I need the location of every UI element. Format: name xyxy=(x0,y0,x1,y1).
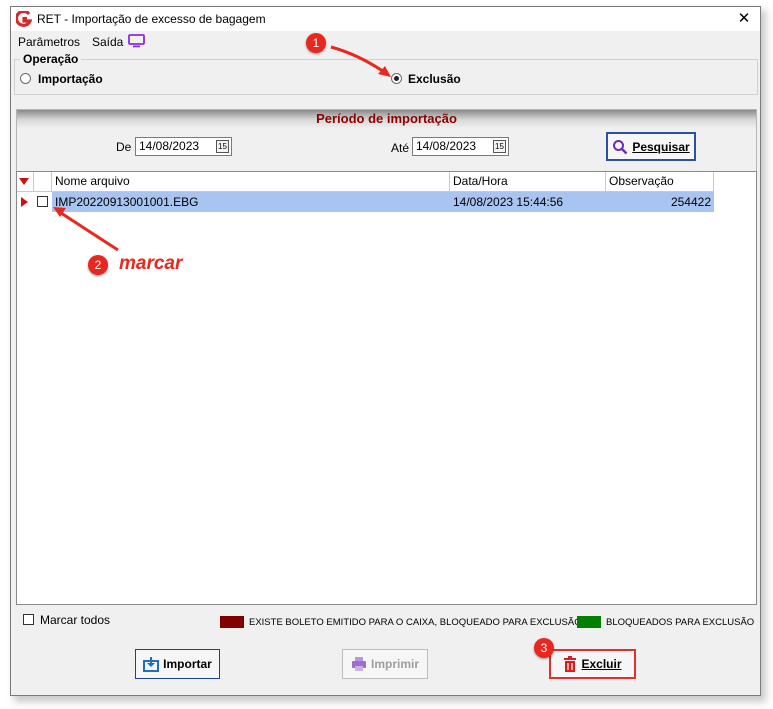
select-all-checkbox[interactable] xyxy=(23,614,34,625)
row-indicator xyxy=(17,192,34,212)
cell-file-name: IMP20220913001001.EBG xyxy=(55,195,199,209)
radio-importacao-label[interactable]: Importação xyxy=(38,72,103,86)
legend-blocked-text: BLOQUEADOS PARA EXCLUSÃO xyxy=(606,617,755,628)
col-observacao[interactable]: Observação xyxy=(606,172,714,192)
table-row[interactable]: IMP20220913001001.EBG 14/08/2023 15:44:5… xyxy=(17,192,714,212)
calendar-icon[interactable]: 15 xyxy=(493,140,506,153)
from-label: De xyxy=(116,140,132,154)
calendar-icon[interactable]: 15 xyxy=(216,140,229,153)
step-1-badge: 1 xyxy=(306,33,326,53)
period-title: Período de importação xyxy=(17,110,756,128)
import-button[interactable]: Importar xyxy=(135,649,220,679)
cell-datetime: 14/08/2023 15:44:56 xyxy=(453,195,564,209)
legend-blocked-boleto-text: EXISTE BOLETO EMITIDO PARA O CAIXA, BLOQ… xyxy=(249,617,582,628)
col-data-hora[interactable]: Data/Hora xyxy=(450,172,606,192)
app-logo-icon xyxy=(16,11,32,27)
select-all-label[interactable]: Marcar todos xyxy=(40,613,110,627)
trash-icon xyxy=(564,656,577,672)
row-checkbox[interactable] xyxy=(37,196,48,207)
app-window: RET - Importação de excesso de bagagem ✕… xyxy=(10,6,761,696)
grid-indicator-header xyxy=(17,172,34,192)
delete-button-label: Excluir xyxy=(581,657,622,671)
menu-saida[interactable]: Saída xyxy=(92,35,123,49)
col-nome-arquivo[interactable]: Nome arquivo xyxy=(52,172,450,192)
monitor-icon[interactable] xyxy=(128,34,145,48)
search-button[interactable]: Pesquisar xyxy=(606,132,696,161)
row-check-cell xyxy=(34,192,52,212)
period-panel: Período de importação De 14/08/2023 15 A… xyxy=(16,109,757,175)
menu-bar: Parâmetros Saída xyxy=(11,32,760,52)
printer-icon xyxy=(351,657,366,671)
delete-button[interactable]: Excluir xyxy=(549,649,636,679)
from-date-value: 14/08/2023 xyxy=(139,139,200,153)
step-3-badge: 3 xyxy=(534,638,554,658)
import-icon xyxy=(143,657,160,672)
window-title: RET - Importação de excesso de bagagem xyxy=(37,12,266,26)
radio-importacao[interactable] xyxy=(20,73,31,84)
step-2-badge: 2 xyxy=(88,255,108,275)
grid-check-header[interactable] xyxy=(34,172,52,192)
step-2-annotation: marcar xyxy=(119,253,183,274)
search-button-label: Pesquisar xyxy=(632,139,690,154)
title-bar: RET - Importação de excesso de bagagem ✕ xyxy=(11,7,760,31)
print-button-label: Imprimir xyxy=(370,657,419,671)
operation-group xyxy=(14,59,758,95)
legend-blocked-boleto-swatch xyxy=(220,616,244,628)
radio-exclusao-label[interactable]: Exclusão xyxy=(408,72,461,86)
sort-down-icon xyxy=(19,178,29,185)
import-button-label: Importar xyxy=(163,657,212,671)
close-button[interactable]: ✕ xyxy=(734,9,754,29)
menu-parametros[interactable]: Parâmetros xyxy=(18,35,80,49)
to-label: Até xyxy=(391,141,410,155)
from-date-field[interactable]: 14/08/2023 15 xyxy=(135,137,232,156)
radio-exclusao[interactable] xyxy=(391,73,402,84)
row-pointer-icon xyxy=(21,197,28,207)
print-button[interactable]: Imprimir xyxy=(342,649,428,679)
files-grid: Nome arquivo Data/Hora Observação IMP202… xyxy=(16,171,757,605)
cell-observation: 254422 xyxy=(670,195,711,209)
operation-group-label: Operação xyxy=(20,52,82,66)
to-date-field[interactable]: 14/08/2023 15 xyxy=(412,137,509,156)
search-icon xyxy=(613,139,628,154)
to-date-value: 14/08/2023 xyxy=(416,139,477,153)
legend-blocked-swatch xyxy=(577,616,601,628)
